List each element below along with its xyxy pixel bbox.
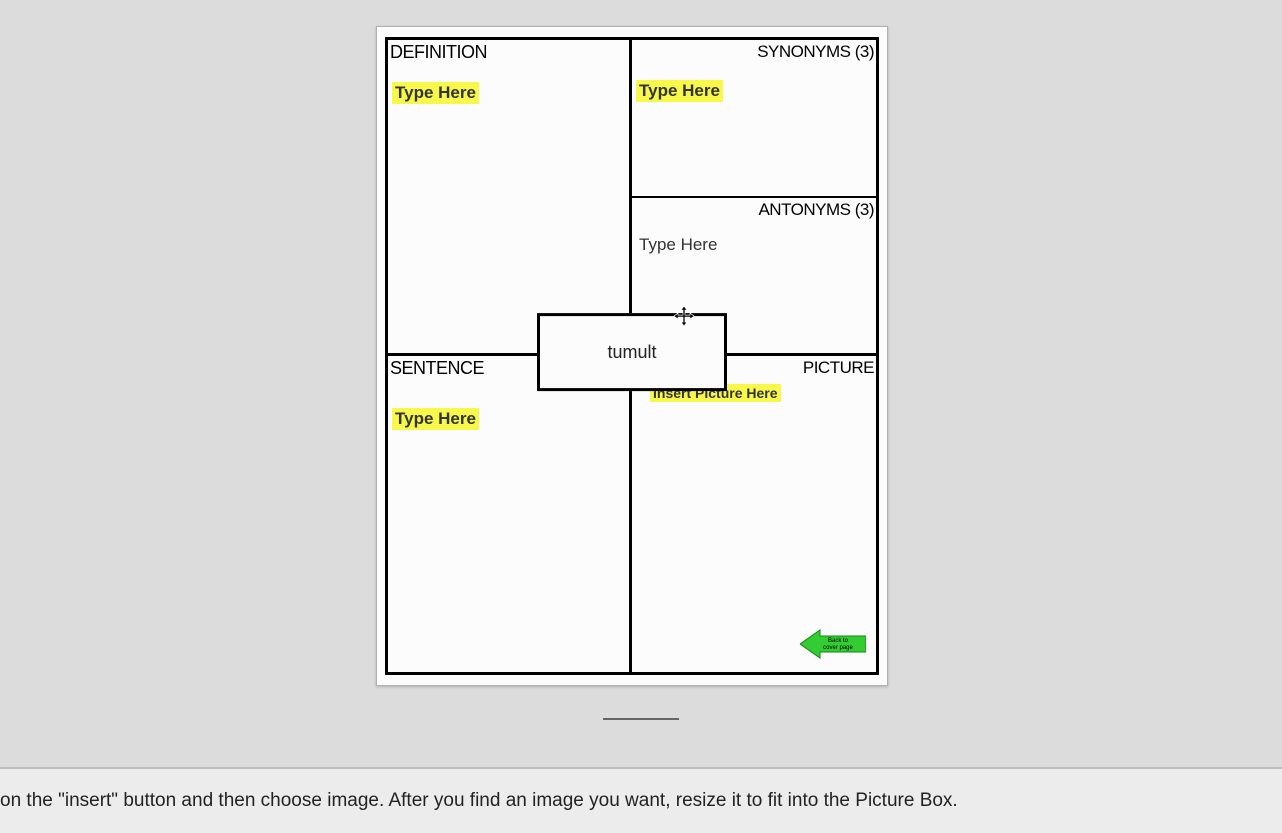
- worksheet-page: DEFINITION Type Here SYNONYMS (3) Type H…: [376, 26, 888, 686]
- antonyms-input[interactable]: Type Here: [636, 234, 720, 256]
- label-antonyms: ANTONYMS (3): [758, 200, 874, 220]
- cell-synonyms: SYNONYMS (3) Type Here: [632, 40, 876, 198]
- instruction-text: on the "insert" button and then choose i…: [0, 790, 958, 812]
- page-footer-rule: [603, 718, 679, 720]
- cell-definition: DEFINITION Type Here: [388, 40, 632, 356]
- label-picture: PICTURE: [803, 358, 874, 378]
- center-word: tumult: [607, 342, 656, 363]
- back-arrow-text-1: Back to: [828, 638, 849, 644]
- definition-input[interactable]: Type Here: [392, 82, 479, 104]
- synonyms-input[interactable]: Type Here: [636, 80, 723, 102]
- cell-sentence: SENTENCE Type Here: [388, 356, 632, 672]
- frayer-grid: DEFINITION Type Here SYNONYMS (3) Type H…: [385, 37, 879, 675]
- move-icon[interactable]: [674, 306, 694, 326]
- label-definition: DEFINITION: [390, 42, 487, 63]
- back-to-cover-button[interactable]: Back to cover page: [800, 628, 866, 660]
- label-synonyms: SYNONYMS (3): [757, 42, 874, 62]
- sentence-input[interactable]: Type Here: [392, 408, 479, 430]
- center-word-box[interactable]: tumult: [537, 313, 727, 391]
- instruction-bar: on the "insert" button and then choose i…: [0, 767, 1282, 833]
- label-sentence: SENTENCE: [390, 358, 484, 379]
- cell-picture: PICTURE Insert Picture Here Back to cove…: [632, 356, 876, 672]
- back-arrow-text-2: cover page: [823, 645, 853, 651]
